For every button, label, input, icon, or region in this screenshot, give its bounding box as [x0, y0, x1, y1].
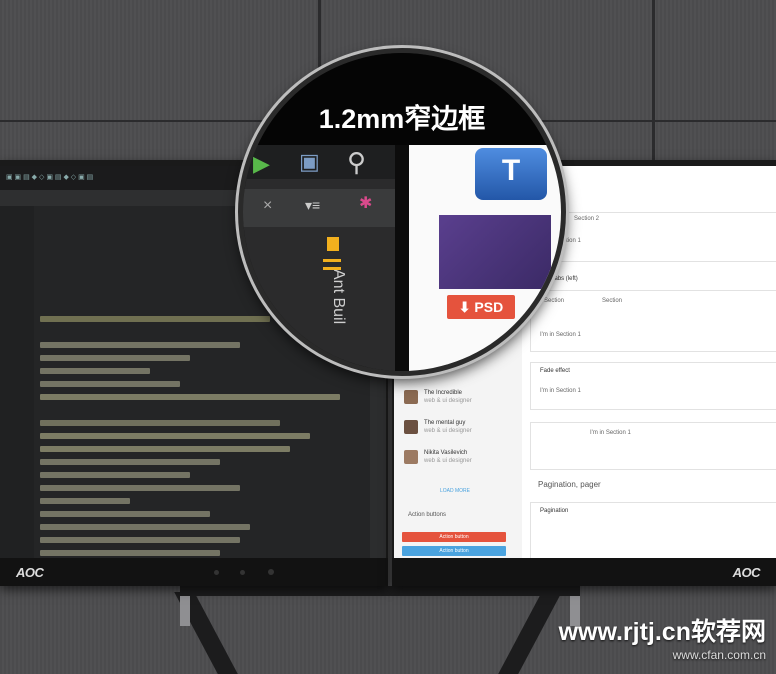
code-line	[40, 498, 130, 504]
power-button[interactable]	[268, 569, 274, 575]
ant-icon: ✱	[359, 195, 373, 212]
aoc-logo: AOC	[732, 565, 761, 580]
tabs-card	[530, 212, 776, 262]
pagination-pager-heading: Pagination, pager	[538, 480, 601, 489]
psd-badge: ⬇ PSD	[447, 295, 515, 319]
app-tile: T	[475, 148, 547, 200]
code-line	[40, 459, 220, 465]
code-line	[40, 511, 210, 517]
action-button-red[interactable]: Action button	[402, 532, 506, 542]
menu-button[interactable]	[240, 570, 245, 575]
action-buttons-heading: Action buttons	[408, 512, 447, 518]
debug-icon[interactable]: ▣	[299, 149, 320, 175]
person-role: web & ui designer	[424, 398, 472, 404]
action-button-blue[interactable]: Action button	[402, 546, 506, 556]
tab-content: I'm in Section 1	[540, 388, 581, 394]
design-mockup-image	[439, 215, 551, 289]
code-line	[40, 394, 340, 400]
right-bezel: AOC	[392, 558, 776, 586]
code-line	[40, 381, 180, 387]
avatar	[404, 390, 418, 404]
close-icon[interactable]: ×	[263, 197, 272, 215]
ant-panel-marker	[327, 237, 339, 251]
ant-panel-marker	[323, 267, 341, 270]
ant-panel-marker	[323, 259, 341, 262]
code-line	[40, 472, 190, 478]
search-icon[interactable]: ⚲	[347, 147, 366, 178]
list-icon[interactable]: ▾≡	[305, 197, 320, 214]
run-icon[interactable]: ▶	[253, 151, 270, 177]
person-name: The mental guy	[424, 420, 466, 426]
avatar	[404, 420, 418, 434]
person-name: The Incredible	[424, 390, 463, 396]
monitor-stand-highlight	[180, 596, 190, 626]
narrow-bezel-title: 1.2mm窄边框	[318, 104, 486, 134]
site-watermark-2: www.cfan.com.cn	[672, 648, 766, 662]
input-button[interactable]	[214, 570, 219, 575]
wall-seam	[652, 0, 655, 170]
yellow-tabs-card	[530, 290, 776, 352]
code-line	[40, 433, 310, 439]
line-number-gutter	[0, 206, 34, 558]
code-line	[40, 420, 280, 426]
tab-section[interactable]: Section	[602, 298, 622, 304]
monitor-stand-bar	[180, 586, 580, 596]
aoc-logo: AOC	[16, 565, 44, 580]
code-line	[40, 368, 150, 374]
magnifier-callout: 1.2mm窄边框 → ← ▶ ▣ ⚲ × ▾≡ ✱ Ant Buil T ⬇ P…	[238, 48, 566, 376]
person-name: Nikita Vasilevich	[424, 450, 468, 456]
person-role: web & ui designer	[424, 428, 472, 434]
code-line	[40, 485, 240, 491]
code-line	[40, 316, 270, 322]
code-line	[40, 537, 240, 543]
pagination-heading: Pagination	[540, 508, 569, 514]
code-line	[40, 355, 190, 361]
code-line	[40, 550, 220, 556]
vertical-tabs-card	[530, 422, 776, 470]
load-more-link[interactable]: LOAD MORE	[440, 488, 470, 494]
download-icon: ⬇	[458, 299, 475, 315]
code-line	[40, 524, 250, 530]
avatar	[404, 450, 418, 464]
code-line	[40, 446, 290, 452]
magnified-bezel-gap	[395, 145, 409, 371]
left-bezel: AOC	[0, 558, 388, 586]
site-watermark: www.rjtj.cn软荐网	[558, 618, 766, 646]
ant-build-label: Ant Buil	[330, 269, 347, 325]
tab-content: I'm in Section 1	[590, 430, 631, 436]
tab-section-2[interactable]: Section 2	[574, 216, 599, 222]
person-role: web & ui designer	[424, 458, 472, 464]
code-line	[40, 342, 240, 348]
